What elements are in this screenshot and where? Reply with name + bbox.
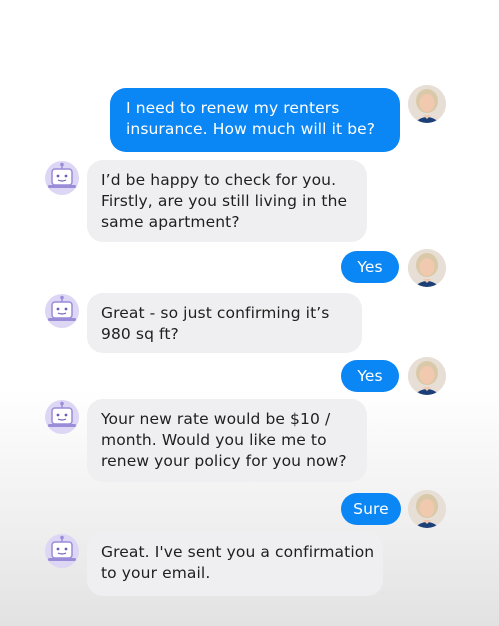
message-text-line: Great. I've sent you a confirmation	[101, 543, 375, 561]
bot-message-bubble: I’d be happy to check for you. Firstly, …	[87, 160, 367, 242]
user-avatar-icon	[408, 490, 446, 528]
user-message-bubble: Sure	[341, 493, 401, 525]
message-text-line: renew your policy for you now?	[101, 452, 347, 470]
robot-icon	[45, 400, 79, 434]
user-avatar-icon	[408, 357, 446, 395]
user-avatar-icon	[408, 249, 446, 287]
robot-icon	[45, 534, 79, 568]
bot-message-bubble: Great. I've sent you a confirmation to y…	[87, 532, 383, 596]
user-message-bubble: Yes	[341, 360, 399, 392]
user-avatar	[408, 249, 446, 287]
chat-transcript: I need to renew my renters insurance. Ho…	[0, 0, 499, 626]
user-message-bubble: I need to renew my renters insurance. Ho…	[110, 88, 400, 152]
robot-icon	[45, 161, 79, 195]
user-avatar	[408, 357, 446, 395]
message-text-line: Yes	[357, 257, 383, 276]
message-text-line: Yes	[357, 366, 383, 385]
message-text-line: Your new rate would be $10 /	[101, 410, 331, 428]
message-text-line: Great - so just confirming it’s	[101, 304, 330, 322]
message-text-line: I’d be happy to check for you.	[101, 171, 337, 189]
message-text-line: 980 sq ft?	[101, 325, 179, 343]
message-text-line: Sure	[353, 499, 389, 518]
message-text-line: same apartment?	[101, 213, 240, 231]
user-avatar	[408, 85, 446, 123]
bot-message-bubble: Great - so just confirming it’s 980 sq f…	[87, 293, 362, 353]
message-text-line: insurance. How much will it be?	[126, 120, 376, 138]
message-text-line: month. Would you like me to	[101, 431, 327, 449]
robot-icon	[45, 294, 79, 328]
bot-message-bubble: Your new rate would be $10 / month. Woul…	[87, 399, 367, 482]
user-avatar-icon	[408, 85, 446, 123]
message-text-line: I need to renew my renters	[126, 99, 340, 117]
user-message-bubble: Yes	[341, 251, 399, 283]
message-text-line: Firstly, are you still living in the	[101, 192, 348, 210]
user-avatar	[408, 490, 446, 528]
message-text-line: to your email.	[101, 564, 211, 582]
